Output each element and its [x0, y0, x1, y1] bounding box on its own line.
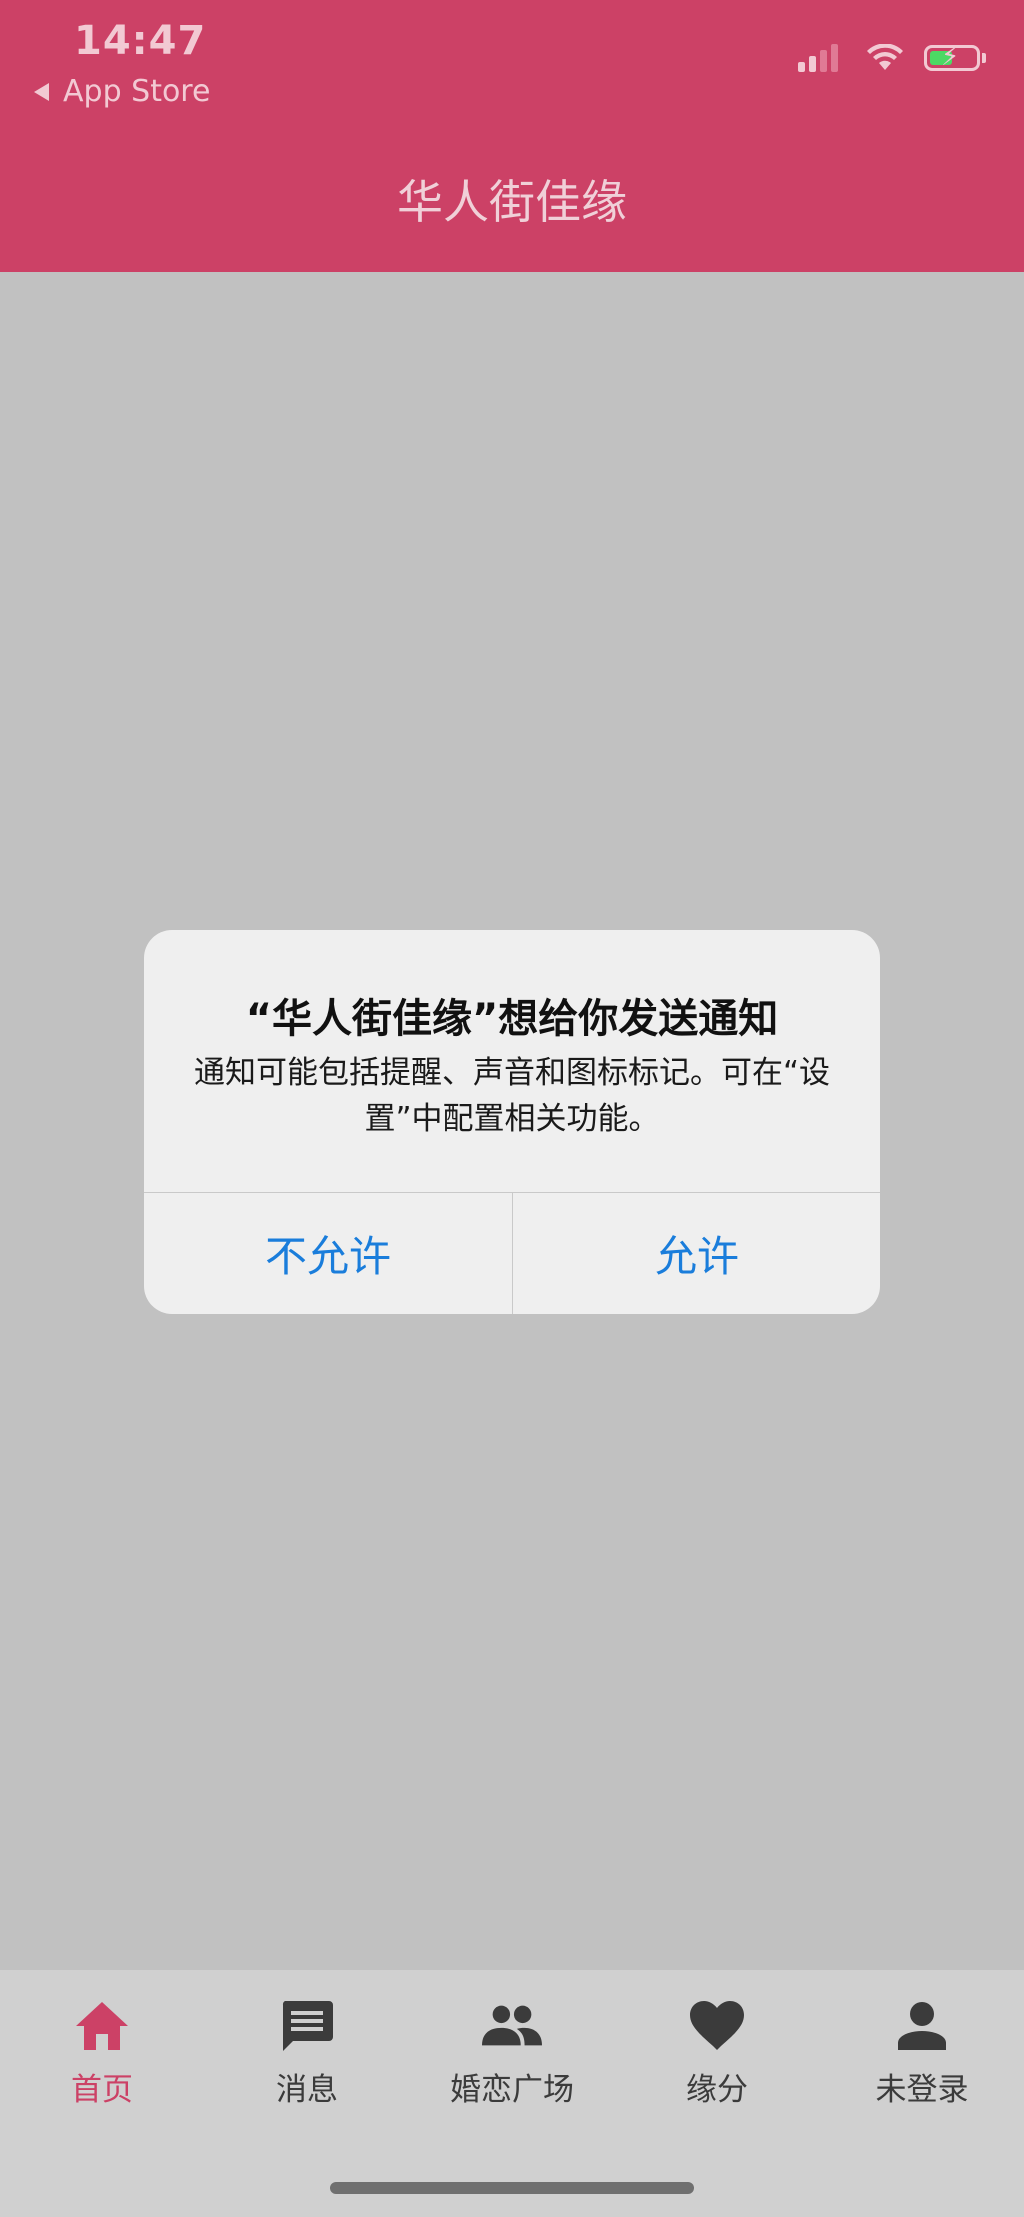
message-icon: [277, 1996, 337, 2056]
tab-fate[interactable]: 缘分: [615, 1996, 819, 2116]
status-icons: ⚡: [798, 44, 986, 72]
allow-button[interactable]: 允许: [513, 1193, 880, 1314]
tab-label: 首页: [71, 2072, 133, 2108]
tab-label: 未登录: [875, 2072, 969, 2108]
app-screen: 14:47 App Store ⚡ 华人街佳缘 “华人街佳缘”想给你发送通知 通…: [0, 0, 1024, 2217]
back-to-app-store-link[interactable]: App Store: [34, 74, 210, 109]
person-icon: [892, 1996, 952, 2056]
tab-label: 婚恋广场: [450, 2072, 574, 2108]
tab-home[interactable]: 首页: [0, 1996, 204, 2116]
people-icon: [482, 1996, 542, 2056]
notification-permission-alert: “华人街佳缘”想给你发送通知 通知可能包括提醒、声音和图标标记。可在“设置”中配…: [144, 930, 880, 1314]
tab-messages[interactable]: 消息: [205, 1996, 409, 2116]
heart-icon: [687, 1996, 747, 2056]
app-header: 14:47 App Store ⚡ 华人街佳缘: [0, 0, 1024, 272]
status-time: 14:47: [74, 18, 207, 64]
tab-dating-square[interactable]: 婚恋广场: [410, 1996, 614, 2116]
home-indicator[interactable]: [330, 2182, 694, 2194]
page-title: 华人街佳缘: [397, 175, 627, 229]
back-arrow-icon: [34, 82, 49, 101]
cellular-signal-icon: [798, 44, 842, 72]
back-link-label: App Store: [63, 74, 211, 109]
alert-message: 通知可能包括提醒、声音和图标标记。可在“设置”中配置相关功能。: [193, 1055, 831, 1137]
home-icon: [72, 1996, 132, 2056]
tab-label: 消息: [276, 2072, 338, 2108]
tab-bar: 首页 消息 婚恋广场 缘分 未登录: [0, 1970, 1024, 2217]
tab-not-logged-in[interactable]: 未登录: [820, 1996, 1024, 2116]
deny-button[interactable]: 不允许: [144, 1193, 512, 1314]
battery-icon: ⚡: [924, 44, 980, 71]
tab-label: 缘分: [686, 2072, 748, 2108]
wifi-icon: [867, 44, 903, 70]
battery-cap: [982, 53, 986, 63]
alert-title: “华人街佳缘”想给你发送通知: [245, 996, 779, 1042]
